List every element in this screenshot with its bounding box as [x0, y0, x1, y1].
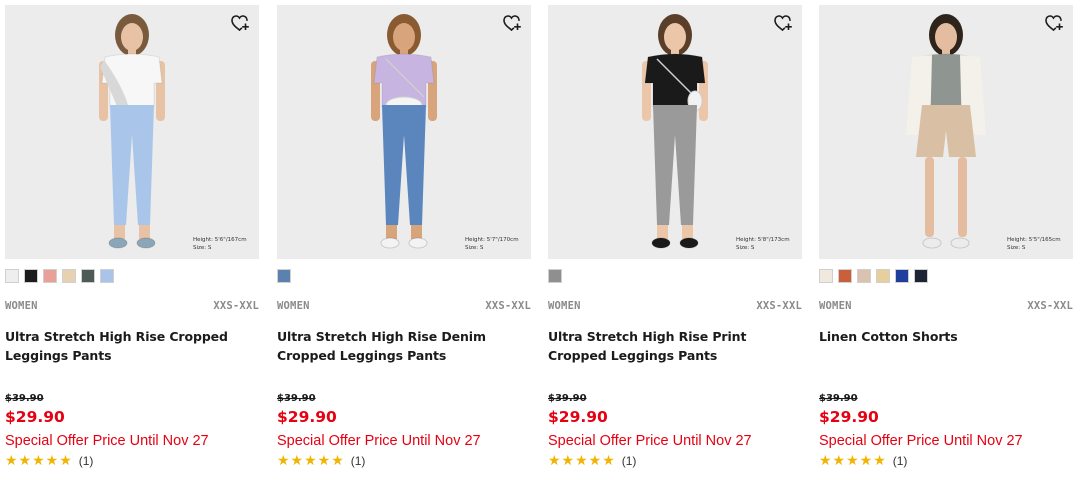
color-swatch[interactable]: [857, 269, 871, 283]
color-swatches: [548, 269, 562, 283]
product-name[interactable]: Ultra Stretch High Rise Print Cropped Le…: [548, 327, 802, 365]
gender-label: WOMEN: [277, 300, 310, 312]
model-size: Size: S: [465, 244, 484, 251]
product-grid: Height: 5'6"/167cm Size: S WOMEN XXS-XXL…: [0, 0, 1080, 498]
model-size: Size: S: [1007, 244, 1026, 251]
product-card[interactable]: Height: 5'7"/170cm Size: S WOMEN XXS-XXL…: [277, 5, 531, 495]
color-swatch[interactable]: [914, 269, 928, 283]
rating[interactable]: ★★★★★ (1): [277, 453, 365, 469]
model-size: Size: S: [736, 244, 755, 251]
add-to-wishlist-button[interactable]: [230, 13, 250, 33]
original-price: $39.90: [5, 393, 44, 404]
heart-plus-icon: [1045, 15, 1063, 31]
review-count: (1): [892, 454, 908, 468]
review-count: (1): [350, 454, 366, 468]
heart-plus-icon: [503, 15, 521, 31]
product-image[interactable]: Height: 5'6"/167cm Size: S: [5, 5, 259, 259]
product-image[interactable]: Height: 5'7"/170cm Size: S: [277, 5, 531, 259]
model-height: Height: 5'7"/170cm: [465, 237, 519, 243]
color-swatch[interactable]: [81, 269, 95, 283]
color-swatch[interactable]: [819, 269, 833, 283]
original-price: $39.90: [277, 393, 316, 404]
rating[interactable]: ★★★★★ (1): [5, 453, 93, 469]
product-card[interactable]: Height: 5'6"/167cm Size: S WOMEN XXS-XXL…: [5, 5, 259, 495]
original-price: $39.90: [819, 393, 858, 404]
color-swatch[interactable]: [24, 269, 38, 283]
size-range: XXS-XXL: [485, 300, 531, 312]
original-price: $39.90: [548, 393, 587, 404]
product-image[interactable]: Height: 5'8"/173cm Size: S: [548, 5, 802, 259]
sale-price: $29.90: [819, 408, 879, 426]
gender-label: WOMEN: [548, 300, 581, 312]
color-swatch[interactable]: [43, 269, 57, 283]
gender-label: WOMEN: [819, 300, 852, 312]
add-to-wishlist-button[interactable]: [1044, 13, 1064, 33]
sale-price: $29.90: [5, 408, 65, 426]
heart-plus-icon: [774, 15, 792, 31]
color-swatch[interactable]: [895, 269, 909, 283]
offer-text: Special Offer Price Until Nov 27: [819, 433, 1023, 449]
size-range: XXS-XXL: [1027, 300, 1073, 312]
sale-price: $29.90: [277, 408, 337, 426]
color-swatches: [277, 269, 291, 283]
color-swatch[interactable]: [277, 269, 291, 283]
color-swatches: [5, 269, 114, 283]
rating[interactable]: ★★★★★ (1): [819, 453, 907, 469]
product-name[interactable]: Ultra Stretch High Rise Cropped Leggings…: [5, 327, 259, 365]
sale-price: $29.90: [548, 408, 608, 426]
color-swatches: [819, 269, 928, 283]
star-icon: ★★★★★: [5, 453, 73, 469]
offer-text: Special Offer Price Until Nov 27: [5, 433, 209, 449]
star-icon: ★★★★★: [819, 453, 887, 469]
product-image[interactable]: Height: 5'5"/165cm Size: S: [819, 5, 1073, 259]
size-range: XXS-XXL: [756, 300, 802, 312]
product-meta: WOMEN XXS-XXL: [5, 300, 259, 314]
model-size-note: Height: 5'6"/167cm Size: S: [193, 237, 251, 252]
product-name[interactable]: Ultra Stretch High Rise Denim Cropped Le…: [277, 327, 531, 365]
color-swatch[interactable]: [548, 269, 562, 283]
review-count: (1): [621, 454, 637, 468]
color-swatch[interactable]: [5, 269, 19, 283]
size-range: XXS-XXL: [213, 300, 259, 312]
model-photo: [277, 5, 531, 259]
color-swatch[interactable]: [838, 269, 852, 283]
star-icon: ★★★★★: [548, 453, 616, 469]
product-name[interactable]: Linen Cotton Shorts: [819, 327, 1073, 346]
offer-text: Special Offer Price Until Nov 27: [277, 433, 481, 449]
color-swatch[interactable]: [62, 269, 76, 283]
model-photo: [548, 5, 802, 259]
model-height: Height: 5'6"/167cm: [193, 237, 247, 243]
model-height: Height: 5'8"/173cm: [736, 237, 790, 243]
heart-plus-icon: [231, 15, 249, 31]
add-to-wishlist-button[interactable]: [773, 13, 793, 33]
model-size-note: Height: 5'7"/170cm Size: S: [465, 237, 523, 252]
gender-label: WOMEN: [5, 300, 38, 312]
star-icon: ★★★★★: [277, 453, 345, 469]
model-height: Height: 5'5"/165cm: [1007, 237, 1061, 243]
product-card[interactable]: Height: 5'5"/165cm Size: S WOMEN XXS-XXL…: [819, 5, 1073, 495]
model-photo: [819, 5, 1073, 259]
product-card[interactable]: Height: 5'8"/173cm Size: S WOMEN XXS-XXL…: [548, 5, 802, 495]
model-photo: [5, 5, 259, 259]
product-meta: WOMEN XXS-XXL: [277, 300, 531, 314]
product-meta: WOMEN XXS-XXL: [819, 300, 1073, 314]
rating[interactable]: ★★★★★ (1): [548, 453, 636, 469]
offer-text: Special Offer Price Until Nov 27: [548, 433, 752, 449]
add-to-wishlist-button[interactable]: [502, 13, 522, 33]
color-swatch[interactable]: [100, 269, 114, 283]
color-swatch[interactable]: [876, 269, 890, 283]
model-size-note: Height: 5'8"/173cm Size: S: [736, 237, 794, 252]
model-size: Size: S: [193, 244, 212, 251]
model-size-note: Height: 5'5"/165cm Size: S: [1007, 237, 1065, 252]
product-meta: WOMEN XXS-XXL: [548, 300, 802, 314]
review-count: (1): [78, 454, 94, 468]
